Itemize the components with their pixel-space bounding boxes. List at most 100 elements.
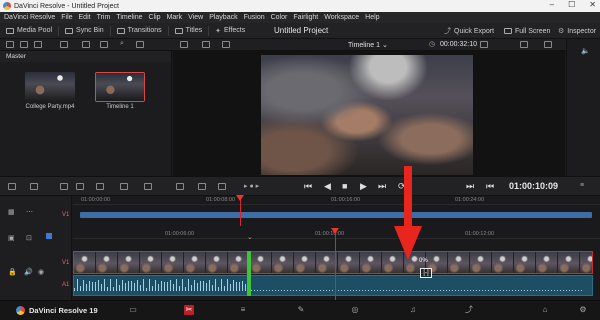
upper-ruler[interactable]: 01:00:00:00 01:00:08:00 01:00:16:00 01:0… (73, 196, 600, 205)
menu-mark[interactable]: Mark (167, 14, 183, 21)
inspector-button[interactable]: ⚙ Inspector (552, 23, 600, 39)
marker-icon[interactable] (198, 183, 206, 190)
track-options-icon[interactable]: ⋯ (26, 208, 33, 216)
skip-start-icon[interactable]: ⏮ (304, 181, 312, 192)
speaker-icon[interactable]: 🔈 (581, 47, 590, 55)
flag-icon[interactable] (218, 183, 226, 190)
viewer-layout-icon[interactable] (180, 41, 188, 48)
menu-timeline[interactable]: Timeline (116, 14, 142, 21)
waveform-bar (314, 290, 315, 291)
speed-change-handle[interactable]: [-] (420, 268, 432, 278)
waveform-bar (575, 290, 576, 291)
loop-icon[interactable] (60, 41, 68, 48)
minimize-button[interactable]: – (550, 0, 554, 9)
waveform-bar (476, 290, 477, 291)
more-icon[interactable] (136, 41, 144, 48)
viewer-options-icon[interactable] (480, 41, 488, 48)
viewer-mode-icon[interactable] (202, 41, 210, 48)
media-page-icon[interactable]: ▭ (128, 305, 138, 315)
quick-export-button[interactable]: ⤴ Quick Export (438, 23, 500, 39)
rewind-icon[interactable]: ◀ (324, 181, 331, 192)
view-icon[interactable] (520, 41, 528, 48)
color-page-icon[interactable]: ◎ (350, 305, 360, 315)
trim-tool-icon[interactable] (60, 183, 68, 190)
skip-end-icon[interactable]: ⏭ (378, 181, 386, 192)
cut-page-icon[interactable]: ✂ (184, 305, 194, 315)
edit-tools-icon[interactable] (30, 183, 38, 190)
upper-timeline-clip[interactable] (80, 212, 592, 218)
fairlight-page-icon[interactable]: ♫ (408, 305, 418, 315)
full-screen-button[interactable]: Full Screen (498, 23, 556, 39)
menu-view[interactable]: View (188, 14, 203, 21)
home-icon[interactable]: ⌂ (540, 305, 550, 315)
timeline-playhead[interactable] (335, 230, 336, 300)
video-clip[interactable] (73, 251, 593, 274)
media-pool-button[interactable]: Media Pool (0, 23, 58, 39)
prev-frame-icon[interactable]: ⏭ (466, 181, 474, 192)
maximize-button[interactable]: ☐ (568, 0, 575, 9)
bin-list-icon[interactable] (6, 41, 14, 48)
timeline-playhead-handle[interactable] (331, 228, 339, 234)
list-view-icon[interactable] (82, 41, 90, 48)
video-toggle-icon[interactable]: ▣ (8, 234, 15, 242)
track-view-icon[interactable] (8, 183, 16, 190)
menu-fairlight[interactable]: Fairlight (293, 14, 318, 21)
close-button[interactable]: ✕ (589, 0, 596, 9)
waveform-bar (581, 290, 582, 291)
quick-export-label: Quick Export (454, 27, 495, 35)
audio-clip[interactable] (73, 275, 593, 296)
menu-help[interactable]: Help (365, 14, 379, 21)
menu-fusion[interactable]: Fusion (244, 14, 265, 21)
stop-icon[interactable]: ■ (342, 181, 347, 191)
page-navigation-bar: DaVinci Resolve 19 ▭ ✂ ≡ ✎ ◎ ♫ ⤴ ⌂ ⚙ (0, 300, 600, 320)
next-frame-icon[interactable]: ⏮ (486, 181, 494, 192)
effects-button[interactable]: ✦ Effects (209, 23, 251, 39)
link-icon[interactable] (96, 183, 104, 190)
viewer-video-frame[interactable] (261, 55, 473, 175)
transitions-button[interactable]: Transitions (111, 23, 168, 39)
waveform-bar (389, 290, 390, 291)
mixer-icon[interactable] (176, 183, 184, 190)
lock-icon[interactable]: 🔒 (8, 268, 17, 276)
menu-edit[interactable]: Edit (79, 14, 91, 21)
menu-trim[interactable]: Trim (97, 14, 111, 21)
zoom-icon[interactable] (144, 183, 152, 190)
search-icon[interactable]: ⌕ (120, 40, 124, 48)
menu-workspace[interactable]: Workspace (324, 14, 359, 21)
auto-select-icon[interactable]: ⊡ (26, 234, 32, 242)
fusion-page-icon[interactable]: ✎ (296, 305, 306, 315)
deliver-page-icon[interactable]: ⤴ (464, 305, 474, 315)
sort-icon[interactable] (100, 41, 108, 48)
arrow-icon[interactable] (20, 41, 28, 48)
menu-icon[interactable]: ≡ (580, 182, 584, 189)
settings-icon[interactable]: ⚙ (578, 305, 588, 315)
play-marker-icon[interactable]: ▸ ● ▸ (244, 182, 259, 190)
chevron-down-icon[interactable]: ⌄ (247, 233, 253, 241)
snap-icon[interactable] (120, 183, 128, 190)
viewer-zoom-icon[interactable] (222, 41, 230, 48)
titles-button[interactable]: Titles (169, 23, 208, 39)
sync-bin-button[interactable]: Sync Bin (59, 23, 110, 39)
edit-page-icon[interactable]: ≡ (238, 305, 248, 315)
menu-clip[interactable]: Clip (149, 14, 161, 21)
timeline-selector[interactable]: Timeline 1 ⌄ (348, 41, 388, 49)
waveform-bar (311, 290, 312, 291)
upper-playhead-handle[interactable] (236, 195, 244, 201)
blade-tool-icon[interactable] (76, 183, 84, 190)
menu-playback[interactable]: Playback (209, 14, 237, 21)
speaker-track-icon[interactable]: 🔊 (24, 268, 33, 276)
track-color-chip[interactable] (46, 233, 52, 239)
edit-point-marker[interactable] (247, 251, 251, 296)
new-bin-icon[interactable] (34, 41, 42, 48)
menu-color[interactable]: Color (271, 14, 288, 21)
more-options-icon[interactable] (544, 41, 552, 48)
window-title: DaVinci Resolve - Untitled Project (14, 2, 119, 10)
solo-icon[interactable]: ◉ (38, 268, 44, 276)
menu-davinci-resolve[interactable]: DaVinci Resolve (4, 14, 55, 21)
menu-file[interactable]: File (61, 14, 72, 21)
play-icon[interactable]: ▶ (360, 181, 367, 192)
media-clip-thumbnail[interactable] (25, 72, 75, 102)
timeline-clip-thumbnail[interactable] (95, 72, 145, 102)
secondary-toolbar: ⌕ Timeline 1 ⌄ ◷ 00:00:32:10 (0, 39, 600, 51)
track-lock-icon[interactable]: ▦ (8, 208, 15, 216)
